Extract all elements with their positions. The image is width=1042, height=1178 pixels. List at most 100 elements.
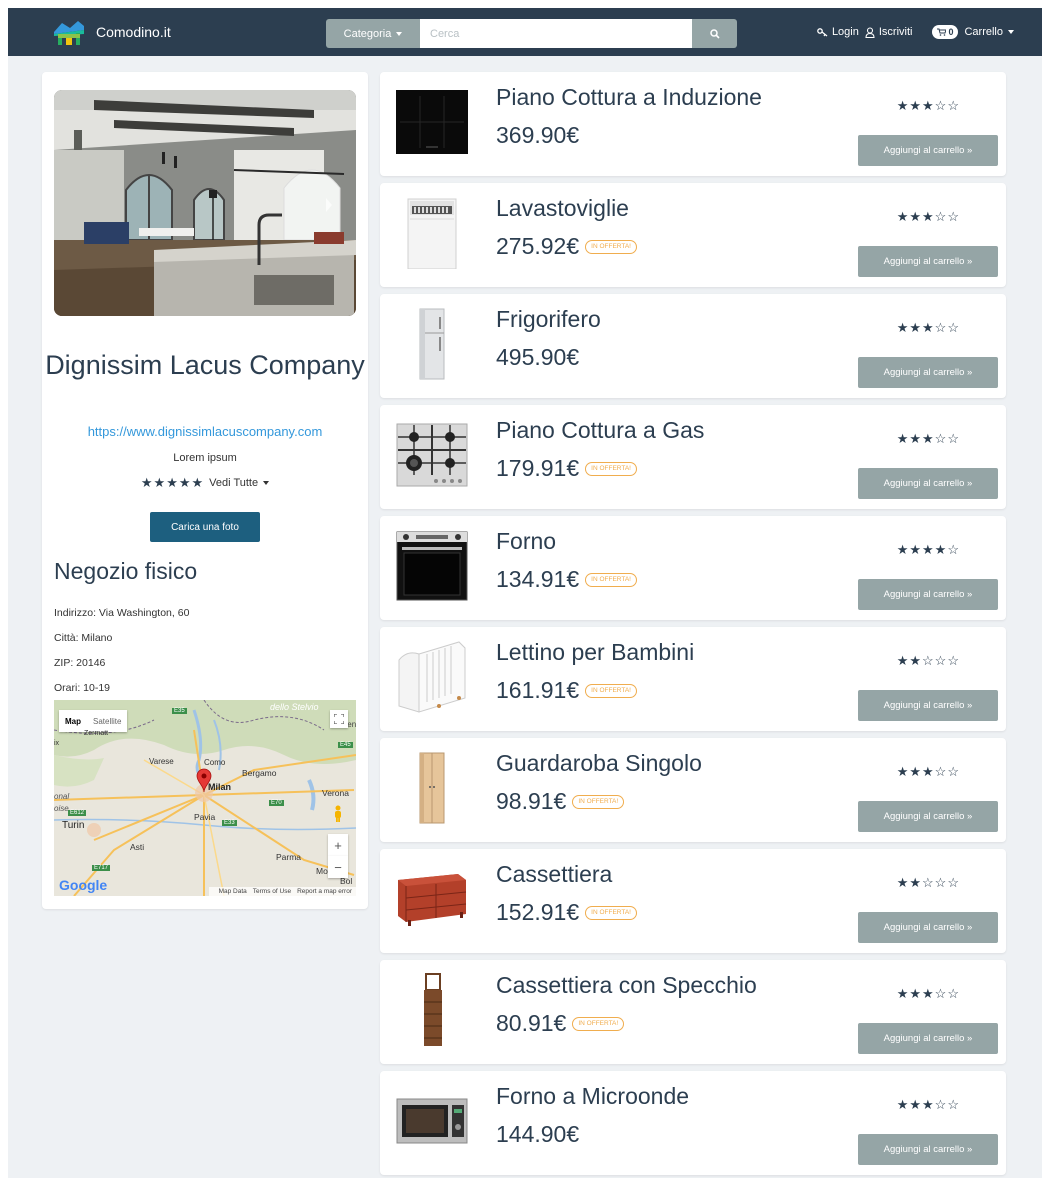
map-data-link[interactable]: Map Data	[219, 888, 247, 895]
product-card: Cassettiera con Specchio 80.91€ IN OFFER…	[380, 960, 1006, 1064]
search-button[interactable]	[692, 19, 737, 48]
product-rating-stars: ★★★☆☆	[896, 986, 960, 1001]
add-to-cart-button[interactable]: Aggiungi al carrello »	[858, 135, 998, 166]
product-name[interactable]: Lettino per Bambini	[496, 639, 694, 666]
product-image-gas-hob[interactable]	[396, 419, 468, 491]
product-image-dresser-with-mirror[interactable]	[396, 973, 468, 1046]
product-rating-stars: ★★★☆☆	[896, 764, 960, 779]
map-label: oise	[54, 804, 69, 813]
product-card: Frigorifero 495.90€ ★★★☆☆ Aggiungi al ca…	[380, 294, 1006, 398]
add-to-cart-button[interactable]: Aggiungi al carrello »	[858, 1134, 998, 1165]
product-image-oven[interactable]	[396, 530, 468, 602]
product-name[interactable]: Cassettiera	[496, 861, 612, 888]
offer-badge: IN OFFERTA!	[585, 905, 637, 920]
company-name: Dignissim Lacus Company	[45, 350, 365, 380]
product-price: 495.90€	[496, 344, 580, 370]
product-card: Forno 134.91€ IN OFFERTA! ★★★★☆ Aggiungi…	[380, 516, 1006, 620]
report-map-error-link[interactable]: Report a map error	[297, 888, 352, 895]
map-tab-satellite[interactable]: Satellite	[87, 710, 127, 732]
add-to-cart-button[interactable]: Aggiungi al carrello »	[858, 246, 998, 277]
company-rating: ★★★★★ Vedi Tutte	[42, 475, 368, 491]
cart-dropdown[interactable]: 0 Carrello	[918, 25, 1014, 39]
product-price-row: 152.91€ IN OFFERTA!	[496, 899, 637, 926]
store-city: Città: Milano	[54, 632, 113, 644]
add-to-cart-button[interactable]: Aggiungi al carrello »	[858, 579, 998, 610]
product-card: Piano Cottura a Gas 179.91€ IN OFFERTA! …	[380, 405, 1006, 509]
product-name[interactable]: Lavastoviglie	[496, 195, 629, 222]
company-url-link[interactable]: https://www.dignissimlacuscompany.com	[42, 424, 368, 439]
signup-link[interactable]: Iscriviti	[865, 26, 912, 38]
product-image-fridge[interactable]	[396, 308, 468, 380]
map-label: Verona	[322, 788, 349, 798]
add-to-cart-button[interactable]: Aggiungi al carrello »	[858, 912, 998, 943]
upload-photo-button[interactable]: Carica una foto	[150, 512, 260, 542]
see-all-reviews-dropdown[interactable]: Vedi Tutte	[209, 477, 270, 489]
map-label: dello Stelvio	[270, 702, 319, 712]
login-link[interactable]: Login	[817, 26, 859, 38]
map-label: Milan	[208, 782, 232, 792]
search-input[interactable]	[420, 19, 692, 48]
store-section-title: Negozio fisico	[54, 558, 198, 584]
product-image-wardrobe[interactable]	[396, 752, 468, 824]
brand-name: Comodino.it	[96, 24, 171, 40]
product-name[interactable]: Piano Cottura a Gas	[496, 417, 704, 444]
product-name[interactable]: Guardaroba Singolo	[496, 750, 702, 777]
category-label: Categoria	[343, 27, 392, 40]
store-map[interactable]: Map Satellite E35 E45 E70 E612 E33 E717 …	[54, 700, 356, 896]
caret-down-icon	[396, 31, 403, 36]
product-card: Forno a Microonde 144.90€ ★★★☆☆ Aggiungi…	[380, 1071, 1006, 1175]
fullscreen-button[interactable]	[330, 710, 348, 728]
store-zip: ZIP: 20146	[54, 657, 106, 669]
street-view-pegman[interactable]	[330, 804, 346, 824]
cart-label: Carrello	[964, 26, 1003, 38]
product-rating-stars: ★★☆☆☆	[896, 875, 960, 890]
brand[interactable]: Comodino.it	[52, 17, 171, 47]
product-price: 144.90€	[496, 1121, 580, 1147]
cart-badge: 0	[932, 25, 959, 39]
product-image-dishwasher[interactable]	[396, 197, 468, 269]
map-label: Zermatt	[84, 730, 109, 737]
map-shield: E45	[338, 742, 353, 748]
store-photo[interactable]	[54, 90, 356, 316]
map-label: Mo	[316, 866, 328, 876]
product-name[interactable]: Forno a Microonde	[496, 1083, 689, 1110]
product-rating-stars: ★★★☆☆	[896, 209, 960, 224]
terms-link[interactable]: Terms of Use	[253, 888, 291, 895]
add-to-cart-button[interactable]: Aggiungi al carrello »	[858, 690, 998, 721]
map-label: Como	[204, 758, 226, 767]
map-shield: E70	[269, 800, 284, 806]
product-image-microwave[interactable]	[396, 1085, 468, 1157]
product-name[interactable]: Piano Cottura a Induzione	[496, 84, 762, 111]
store-address: Indirizzo: Via Washington, 60	[54, 607, 190, 619]
map-type-tabs: Map Satellite	[59, 710, 128, 732]
add-to-cart-button[interactable]: Aggiungi al carrello »	[858, 801, 998, 832]
product-name[interactable]: Forno	[496, 528, 556, 555]
product-image-induction-hob[interactable]	[396, 86, 468, 158]
add-to-cart-button[interactable]: Aggiungi al carrello »	[858, 357, 998, 388]
add-to-cart-button[interactable]: Aggiungi al carrello »	[858, 468, 998, 499]
product-image-crib[interactable]	[396, 641, 468, 713]
product-name[interactable]: Cassettiera con Specchio	[496, 972, 757, 999]
product-price-row: 161.91€ IN OFFERTA!	[496, 677, 637, 704]
map-tab-map[interactable]: Map	[59, 710, 87, 732]
product-price-row: 369.90€	[496, 122, 579, 149]
google-logo-text: Google	[59, 877, 108, 893]
product-image-dresser[interactable]	[396, 863, 468, 935]
product-rating-stars: ★★★☆☆	[896, 320, 960, 335]
brand-logo-icon	[52, 18, 86, 46]
google-logo: Google	[59, 877, 107, 893]
product-rating-stars: ★★★★☆	[896, 542, 960, 557]
company-stars: ★★★★★	[140, 475, 205, 490]
zoom-in-button[interactable]: +	[328, 834, 348, 856]
product-price: 275.92€	[496, 233, 580, 259]
product-rating-stars: ★★☆☆☆	[896, 653, 960, 668]
company-description: Lorem ipsum	[173, 452, 237, 464]
map-label: onal	[54, 792, 70, 801]
category-dropdown-button[interactable]: Categoria	[326, 19, 420, 48]
search-icon	[709, 28, 720, 39]
add-to-cart-button[interactable]: Aggiungi al carrello »	[858, 1023, 998, 1054]
caret-down-icon	[263, 481, 270, 486]
see-all-label: Vedi Tutte	[209, 477, 259, 489]
zoom-out-button[interactable]: −	[328, 856, 348, 878]
product-name[interactable]: Frigorifero	[496, 306, 601, 333]
